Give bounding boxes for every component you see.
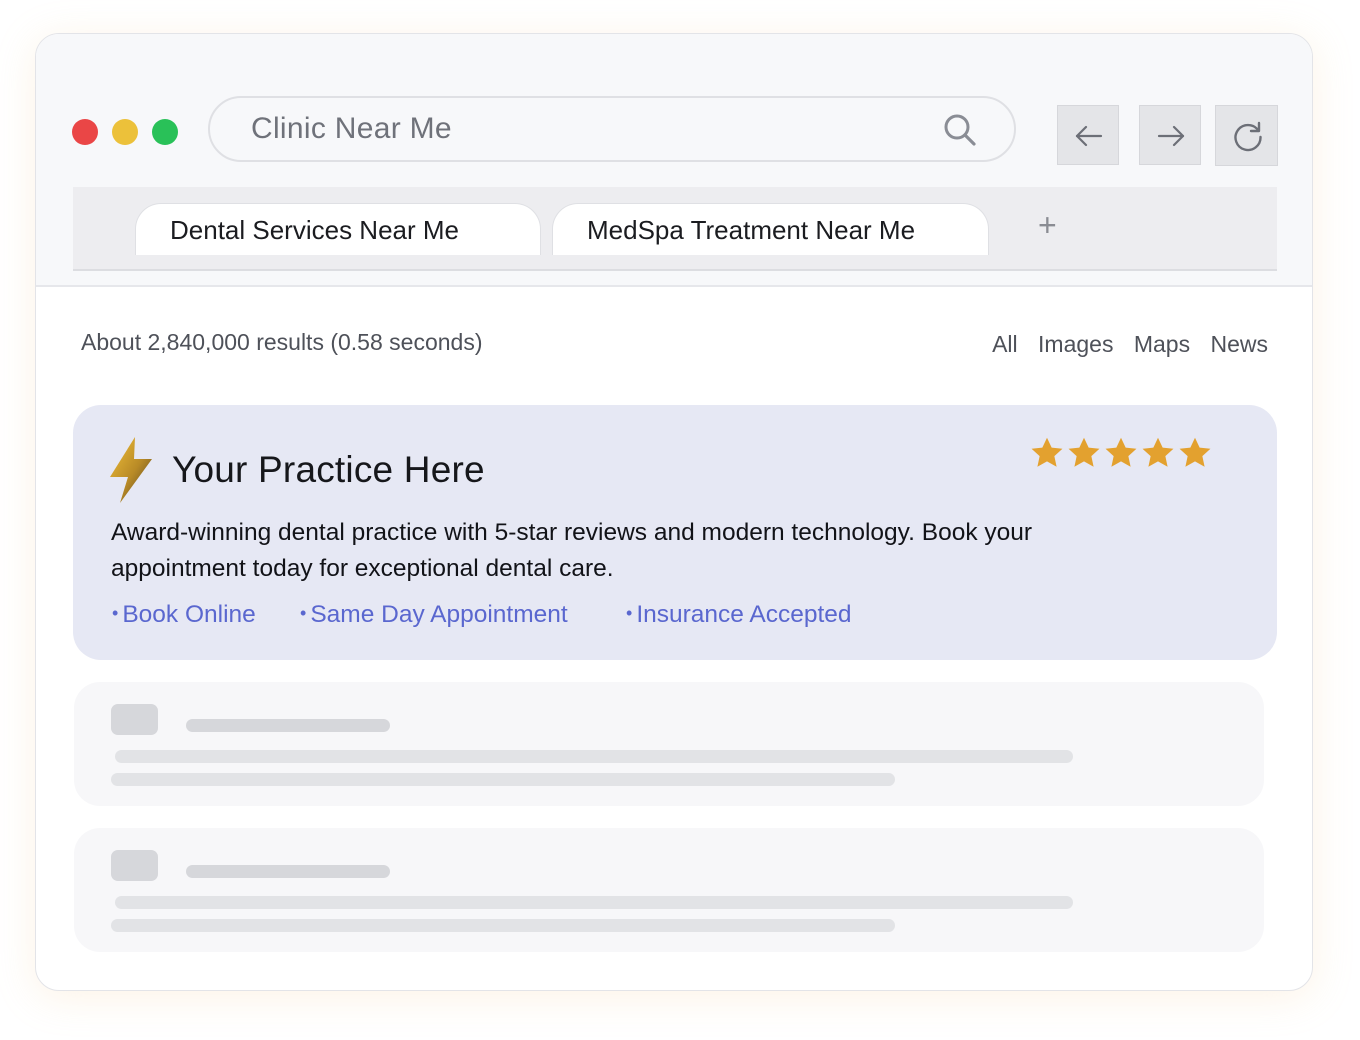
close-window-button[interactable] [72,119,98,145]
star-rating [1029,435,1213,471]
filter-maps[interactable]: Maps [1134,331,1190,357]
tab-medspa-treatment[interactable]: MedSpa Treatment Near Me [552,203,989,255]
search-bar[interactable]: Clinic Near Me [208,96,1016,162]
sitelink-same-day-appointment[interactable]: • Same Day Appointment [300,601,568,629]
star-icon [1179,437,1211,467]
results-stats: About 2,840,000 results (0.58 seconds) [81,329,483,355]
sitelink-label: Insurance Accepted [636,601,852,628]
search-icon[interactable] [942,112,978,148]
star-icon [1068,437,1100,467]
arrow-right-icon [1157,125,1185,147]
sitelink-label: Book Online [122,601,256,628]
sitelink-book-online[interactable]: • Book Online [112,601,256,629]
filter-images[interactable]: Images [1038,331,1113,357]
skeleton-line [111,773,895,786]
featured-result-card[interactable]: Your Practice Here Award-winning dental … [73,405,1277,660]
sitelink-insurance-accepted[interactable]: • Insurance Accepted [626,601,852,629]
tab-bar: Dental Services Near Me MedSpa Treatment… [73,187,1277,271]
browser-chrome: Clinic Near Me Dental Services Near Me M… [36,34,1312,287]
tab-dental-services[interactable]: Dental Services Near Me [135,203,541,255]
search-filters: All Images Maps News [978,331,1268,358]
lightning-bolt-icon [110,437,152,503]
star-icon [1105,437,1137,467]
star-icon [1031,437,1063,467]
skeleton-favicon [111,704,158,735]
skeleton-title [186,719,390,732]
maximize-window-button[interactable] [152,119,178,145]
featured-title[interactable]: Your Practice Here [172,449,485,491]
browser-window: Clinic Near Me Dental Services Near Me M… [35,33,1313,991]
forward-button[interactable] [1139,105,1201,165]
skeleton-line [111,919,895,932]
new-tab-button[interactable]: + [1038,207,1057,244]
filter-all[interactable]: All [992,331,1018,357]
search-input[interactable]: Clinic Near Me [251,112,452,146]
skeleton-title [186,865,390,878]
skeleton-favicon [111,850,158,881]
back-button[interactable] [1057,105,1119,165]
sitelink-label: Same Day Appointment [310,601,568,628]
skeleton-result [74,682,1264,806]
arrow-left-icon [1075,125,1103,147]
star-icon [1142,437,1174,467]
skeleton-line [115,750,1073,763]
tab-label: Dental Services Near Me [170,215,459,245]
filter-news[interactable]: News [1210,331,1268,357]
tab-label: MedSpa Treatment Near Me [587,215,916,245]
skeleton-result [74,828,1264,952]
minimize-window-button[interactable] [112,119,138,145]
reload-icon [1234,121,1262,152]
reload-button[interactable] [1215,105,1278,166]
featured-description: Award-winning dental practice with 5-sta… [111,519,1033,582]
skeleton-line [115,896,1073,909]
